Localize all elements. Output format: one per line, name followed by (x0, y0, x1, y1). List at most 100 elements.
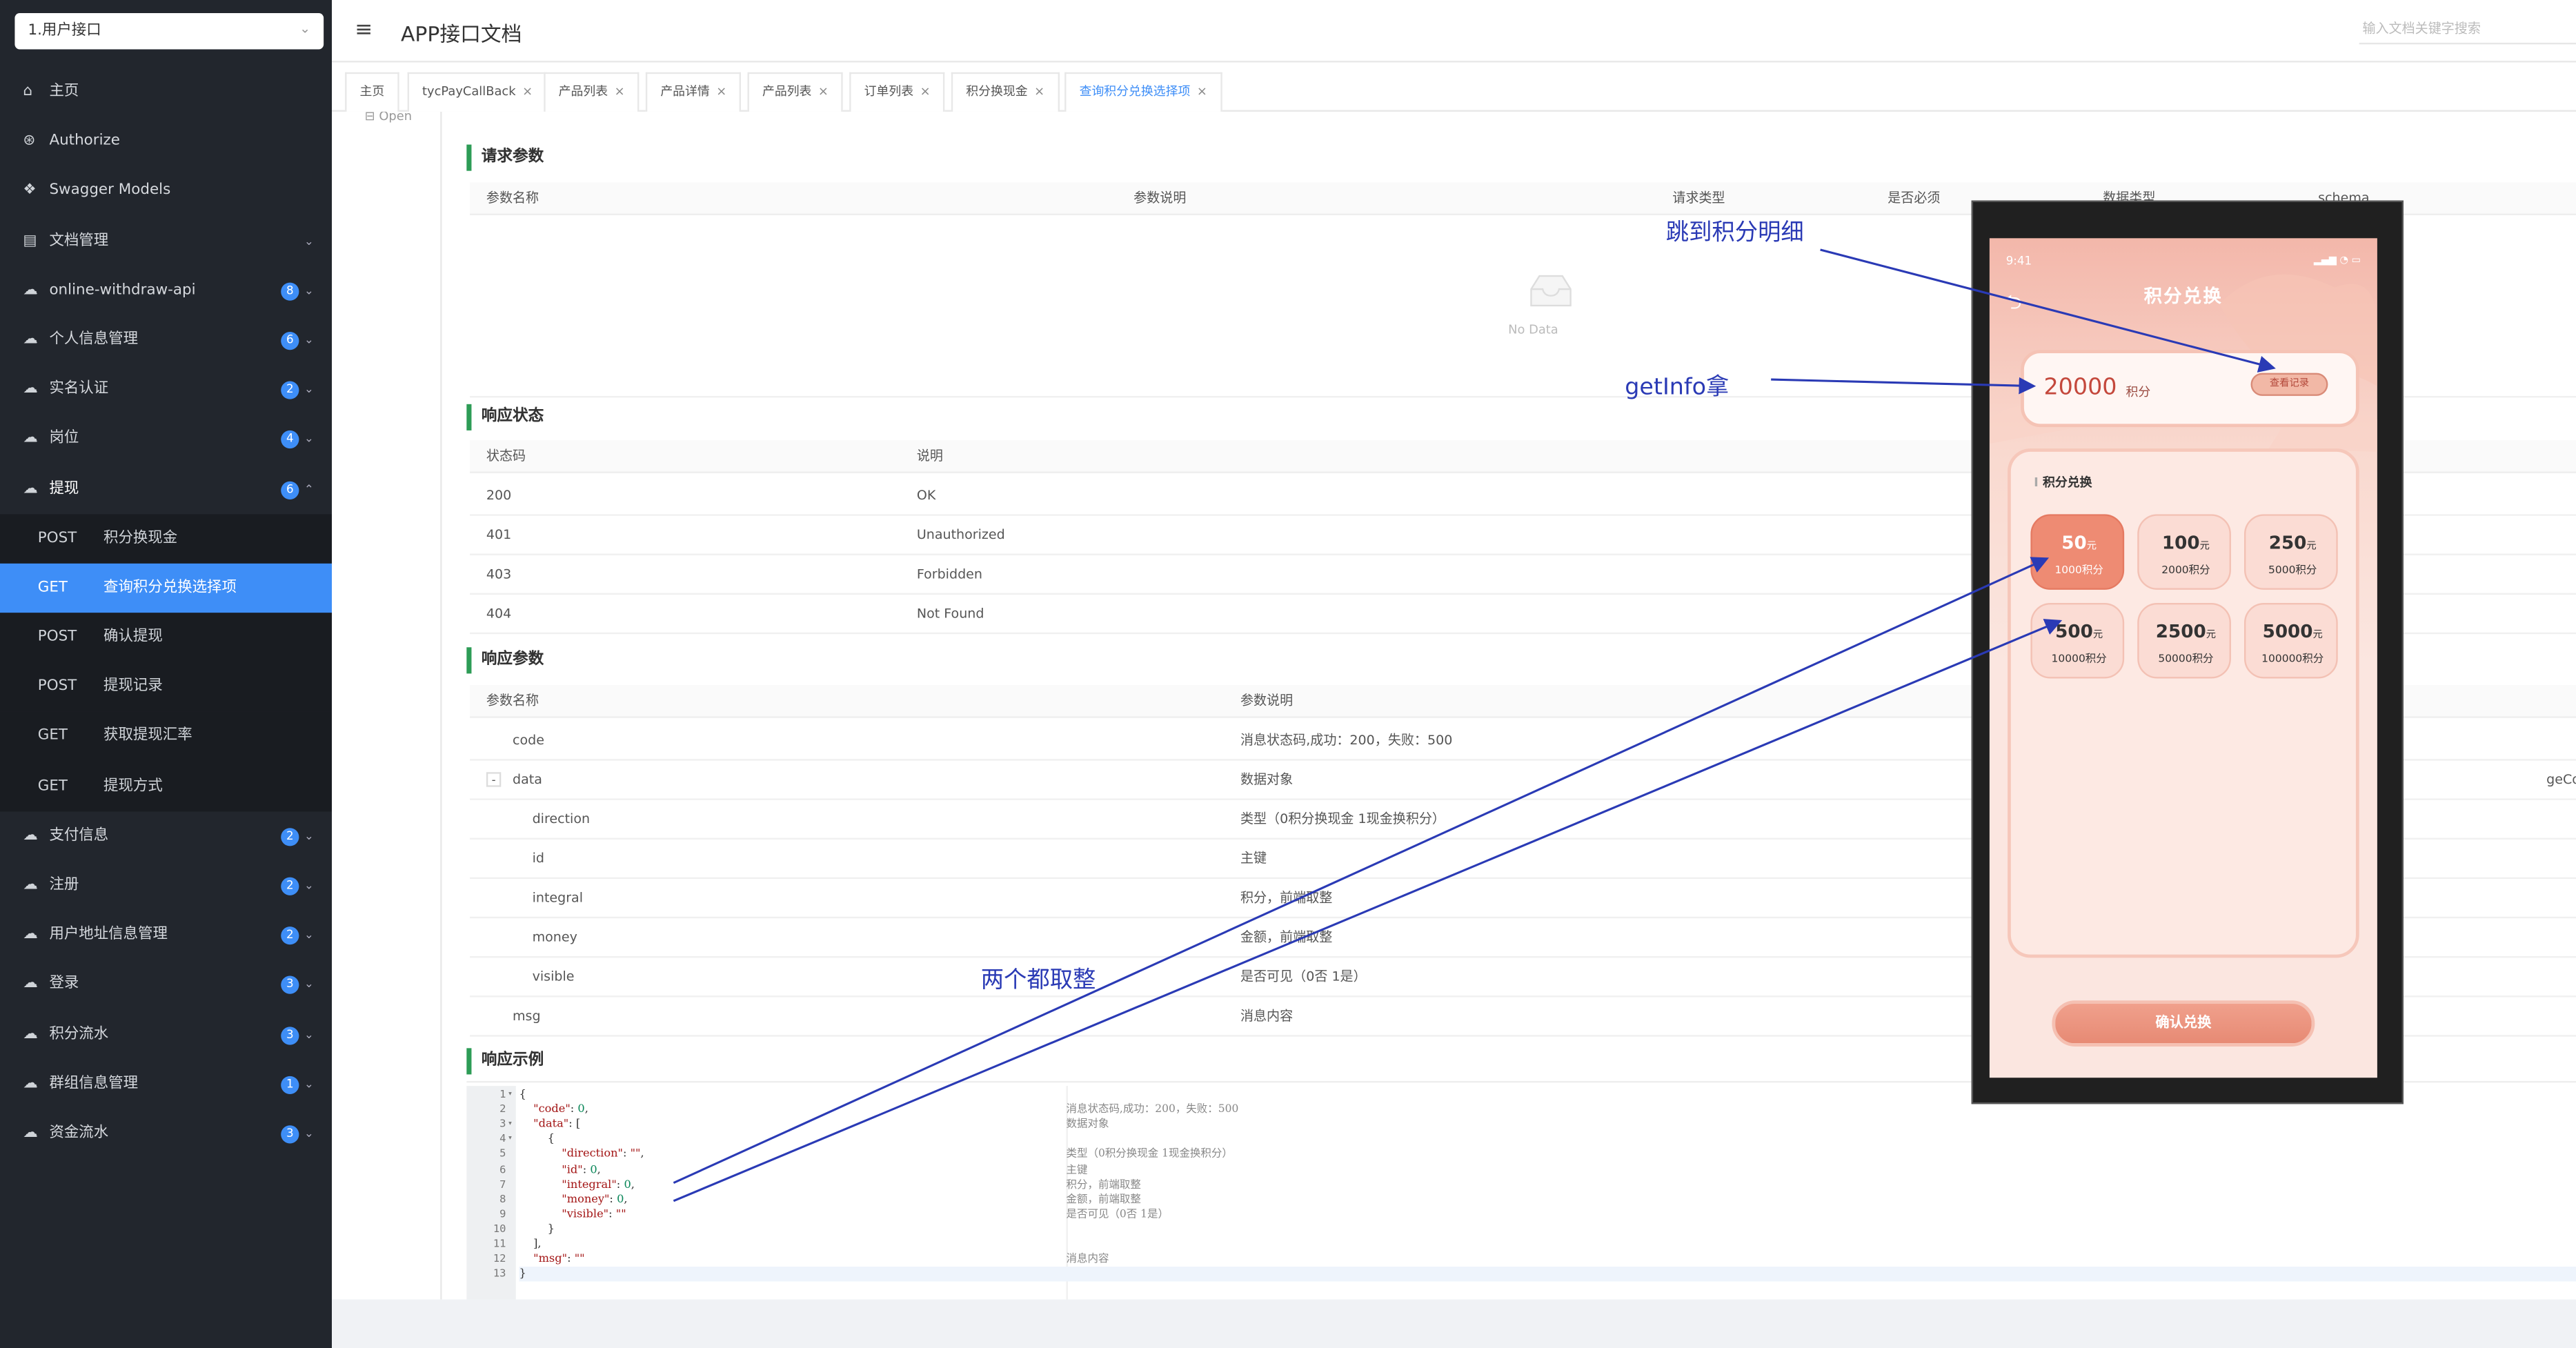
option-points: 50000积分 (2158, 652, 2214, 666)
points-value: 20000 (2043, 374, 2117, 402)
option-points: 10000积分 (2051, 652, 2107, 666)
tab-6[interactable]: 订单列表 × (849, 72, 946, 112)
status-icons: ▂▄▆ ◔ ▭ (2314, 255, 2361, 266)
menu-toggle-icon[interactable]: ≡ (355, 18, 373, 43)
close-icon[interactable]: × (920, 83, 931, 98)
code-line: { (519, 1132, 555, 1146)
http-method: POST (37, 629, 77, 646)
http-method: GET (37, 777, 68, 795)
group-select[interactable]: 1.用户接口 ⌄ (14, 13, 324, 50)
close-icon[interactable]: × (522, 83, 533, 98)
sidebar-item[interactable]: ❖ Swagger Models (0, 166, 332, 216)
exchange-option[interactable]: 500元 10000积分 (2030, 602, 2125, 679)
tab-7[interactable]: 积分换现金 × (951, 72, 1060, 112)
line-number: 10 (471, 1222, 506, 1238)
confirm-exchange-button[interactable]: 确认兑换 (2052, 1000, 2315, 1047)
sidebar-subitem[interactable]: GET 获取提现汇率 (0, 712, 333, 762)
column-header: 参数名称 (486, 190, 539, 206)
sidebar-item[interactable]: ⊛ Authorize (0, 117, 332, 167)
exchange-option[interactable]: 50元 1000积分 (2030, 514, 2126, 590)
status-code: 200 (486, 488, 512, 503)
sidebar-subitem[interactable]: POST 提现记录 (0, 662, 333, 713)
sidebar-item[interactable]: ☁ 个人信息管理 6 ⌄ (0, 315, 332, 365)
fold-arrow-icon[interactable]: ▾ (508, 1087, 513, 1102)
sidebar-item-label: 群组信息管理 (49, 1076, 139, 1093)
fold-arrow-icon[interactable]: ▾ (508, 1132, 513, 1147)
chevron-down-icon: ⌄ (304, 928, 314, 942)
column-header: 说明 (916, 448, 943, 464)
open-toggle[interactable]: ⊟ Open (365, 112, 412, 123)
tab-label: 订单列表 (864, 83, 914, 99)
sidebar-subitem-label: 查询积分兑换选择项 (103, 579, 237, 597)
sidebar-item[interactable]: ☁ 群组信息管理 1 ⌄ (0, 1059, 332, 1109)
exchange-option[interactable]: 5000元 100000积分 (2243, 602, 2339, 679)
param-name: msg (512, 1009, 541, 1024)
param-extra: geConfig (2546, 772, 2576, 787)
chevron-down-icon: ⌄ (304, 1027, 314, 1041)
code-comment: 消息内容 (1066, 1251, 1109, 1265)
tab-3[interactable]: 产品列表 × (544, 72, 640, 112)
sidebar-item[interactable]: ☁ 积分流水 3 ⌄ (0, 1010, 332, 1060)
tab-1[interactable]: 主页 (345, 72, 399, 112)
sidebar-item[interactable]: ⌂ 主页 (0, 68, 332, 117)
count-badge: 6 (281, 480, 299, 499)
sidebar-item[interactable]: ☁ online-withdraw-api 8 ⌄ (0, 266, 332, 315)
exchange-option[interactable]: 250元 5000积分 (2243, 514, 2338, 590)
search-input[interactable]: 输入文档关键字搜索 (2359, 18, 2576, 45)
tab-4[interactable]: 产品详情 × (645, 72, 742, 112)
option-value: 50元 (2032, 533, 2126, 554)
sidebar-item[interactable]: ☁ 资金流水 3 ⌄ (0, 1109, 332, 1158)
no-data-text: No Data (1508, 321, 1558, 337)
exchange-option[interactable]: 2500元 50000积分 (2137, 602, 2231, 679)
models-icon: ❖ (23, 183, 37, 200)
sidebar-item-label: 个人信息管理 (49, 331, 139, 348)
cloud-icon: ☁ (23, 1076, 38, 1093)
tab-label: 产品列表 (762, 83, 812, 99)
sidebar-item-label: 文档管理 (49, 232, 109, 249)
sidebar-item[interactable]: ☁ 注册 2 ⌄ (0, 861, 332, 911)
sidebar-item[interactable]: ☁ 登录 3 ⌄ (0, 960, 332, 1010)
count-badge: 2 (281, 381, 299, 399)
sidebar-item-label: 资金流水 (49, 1125, 109, 1142)
response-status-title: 响应状态 (466, 404, 544, 430)
close-icon[interactable]: × (615, 83, 625, 98)
option-value: 5000元 (2246, 621, 2339, 642)
tab-8[interactable]: 查询积分兑换选择项 × (1064, 72, 1222, 112)
count-badge: 2 (281, 827, 299, 846)
tab-5[interactable]: 产品列表 × (747, 72, 844, 112)
view-records-button[interactable]: 查看记录 (2250, 373, 2328, 396)
option-unit: 元 (2092, 629, 2103, 641)
option-points: 5000积分 (2268, 563, 2317, 577)
exchange-option[interactable]: 100元 2000积分 (2137, 514, 2231, 590)
close-icon[interactable]: × (716, 83, 726, 98)
code-comment: 积分，前端取整 (1066, 1177, 1141, 1191)
sidebar-subitem[interactable]: GET 提现方式 (0, 762, 333, 811)
close-icon[interactable]: × (818, 83, 829, 98)
param-name: visible (532, 969, 575, 984)
sidebar-subitem[interactable]: POST 确认提现 (0, 613, 333, 663)
code-editor[interactable]: 1 ▾{2 "code": 0, 消息状态码,成功：200，失败：500 3 ▾ "da… (466, 1080, 2576, 1300)
inbox-empty-icon (1530, 275, 1572, 307)
sidebar-item[interactable]: ☁ 岗位 4 ⌄ (0, 415, 332, 464)
line-number: 3 ▾ (471, 1118, 513, 1133)
collapse-toggle[interactable]: - (486, 772, 502, 787)
tab-2[interactable]: tycPayCallBack × (407, 72, 548, 112)
sidebar-subitem[interactable]: POST 积分换现金 (0, 513, 333, 564)
sidebar-item-label: 注册 (49, 877, 79, 894)
divider (440, 111, 442, 1300)
group-select-value: 1.用户接口 (28, 23, 101, 40)
sidebar-item[interactable]: ☁ 用户地址信息管理 2 ⌄ (0, 911, 332, 960)
cloud-icon: ☁ (23, 381, 38, 398)
sidebar-subitem[interactable]: GET 查询积分兑换选择项 (0, 563, 333, 613)
cloud-icon: ☁ (23, 926, 38, 944)
chevron-down-icon: ⌄ (304, 1127, 314, 1140)
close-icon[interactable]: × (1197, 83, 1207, 98)
close-icon[interactable]: × (1034, 83, 1044, 98)
code-comment: 类型（0积分换现金 1现金换积分） (1066, 1147, 1233, 1161)
sidebar-item[interactable]: ☁ 实名认证 2 ⌄ (0, 365, 332, 415)
sidebar-item[interactable]: ☁ 支付信息 2 ⌄ (0, 811, 332, 861)
http-method: GET (37, 579, 68, 597)
sidebar-item[interactable]: ☁ 提现 6 ⌃ (0, 464, 332, 514)
sidebar-item[interactable]: ▤ 文档管理 ⌄ (0, 216, 332, 266)
fold-arrow-icon[interactable]: ▾ (508, 1118, 513, 1133)
